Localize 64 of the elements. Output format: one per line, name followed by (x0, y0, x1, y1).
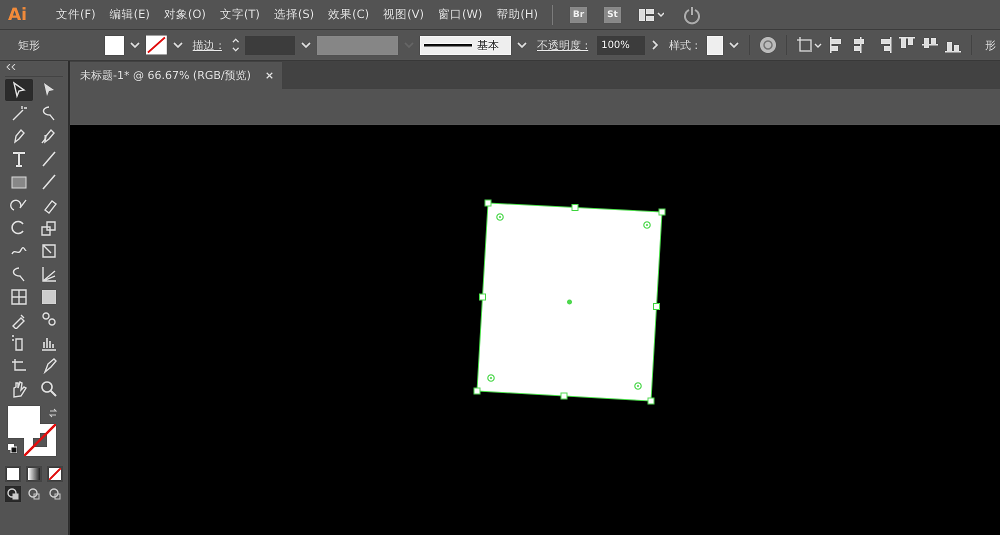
app-logo: Ai (8, 4, 27, 24)
draw-mode-icon (7, 488, 19, 500)
fill-swatch[interactable] (8, 406, 40, 438)
chevron-down-icon[interactable] (172, 40, 184, 50)
tool-icon (40, 288, 58, 306)
fill-color-swatch[interactable] (105, 36, 124, 54)
stroke-profile-label: 基本 (476, 38, 499, 52)
style-label: 样式 : (668, 38, 698, 52)
menu-item[interactable]: 窗口(W) (438, 7, 482, 22)
collapse-icon[interactable] (6, 64, 16, 70)
app-launcher-button[interactable]: Br (570, 6, 587, 22)
stroke-color-swatch[interactable] (146, 35, 167, 55)
menu-item[interactable]: 选择(S) (274, 7, 314, 22)
document-title: 未标题-1* @ 66.67% (RGB/预览) (80, 68, 251, 83)
tool-icon (10, 104, 28, 122)
menu-item[interactable]: 编辑(E) (110, 7, 150, 22)
selected-rectangle-drawing[interactable] (474, 200, 666, 404)
none-icon (49, 468, 61, 480)
menu-item[interactable]: 视图(V) (383, 7, 424, 22)
gradient-button[interactable] (26, 466, 42, 482)
graphic-style-swatch[interactable] (707, 36, 724, 54)
selection-tool[interactable] (5, 79, 33, 101)
chevron-down-icon[interactable] (516, 40, 528, 50)
recolor-artwork-icon[interactable] (759, 36, 778, 54)
tool-icon (40, 265, 58, 283)
none-button[interactable] (47, 466, 63, 482)
close-tab-button[interactable]: × (264, 69, 274, 82)
document-tab[interactable]: 未标题-1* @ 66.67% (RGB/预览) × (70, 62, 282, 89)
opacity-field[interactable]: 100% (597, 36, 645, 54)
stroke-swatch[interactable] (24, 424, 56, 456)
stroke-line-icon (424, 43, 472, 47)
chevron-down-icon[interactable] (128, 40, 141, 50)
color-button[interactable] (5, 466, 21, 482)
tool-icon (40, 219, 58, 237)
default-colors-icon[interactable] (8, 444, 17, 453)
opacity-label[interactable]: 不透明度 : (537, 38, 588, 52)
menu-item[interactable]: 效果(C) (328, 7, 370, 22)
menu-item[interactable]: 文件(F) (56, 7, 96, 22)
chevron-down-icon[interactable] (300, 40, 312, 50)
shape-label: 形 (984, 38, 996, 52)
tool-icon (10, 150, 28, 168)
tool-icon (40, 380, 58, 398)
tool-icon (40, 242, 58, 260)
stroke-profile-dropdown[interactable]: 基本 (420, 36, 511, 54)
tool-icon (10, 288, 28, 306)
swap-arrows-icon[interactable] (48, 408, 58, 418)
chevron-down-icon[interactable] (728, 40, 740, 50)
menu-item[interactable]: 对象(O) (164, 7, 206, 22)
draw-mode-icon (28, 488, 40, 500)
chevron-right-icon[interactable] (650, 39, 660, 51)
tool-icon (40, 150, 58, 168)
menu-item[interactable]: 文字(T) (220, 7, 260, 22)
stroke-label[interactable]: 描边 : (192, 38, 222, 52)
menu-item[interactable]: 帮助(H) (496, 7, 538, 22)
variable-width-field[interactable] (316, 36, 398, 54)
object-type-label: 矩形 (18, 38, 40, 52)
stepper-icon[interactable] (230, 36, 240, 54)
app-launcher-button[interactable]: St (604, 6, 621, 22)
transform-icon[interactable] (796, 36, 824, 54)
tool-icon (10, 81, 28, 99)
workspace-layout-icon[interactable] (638, 6, 664, 22)
draw-mode-icon (49, 488, 61, 500)
draw-normal-button[interactable] (5, 486, 21, 502)
tool-icon (40, 173, 58, 191)
